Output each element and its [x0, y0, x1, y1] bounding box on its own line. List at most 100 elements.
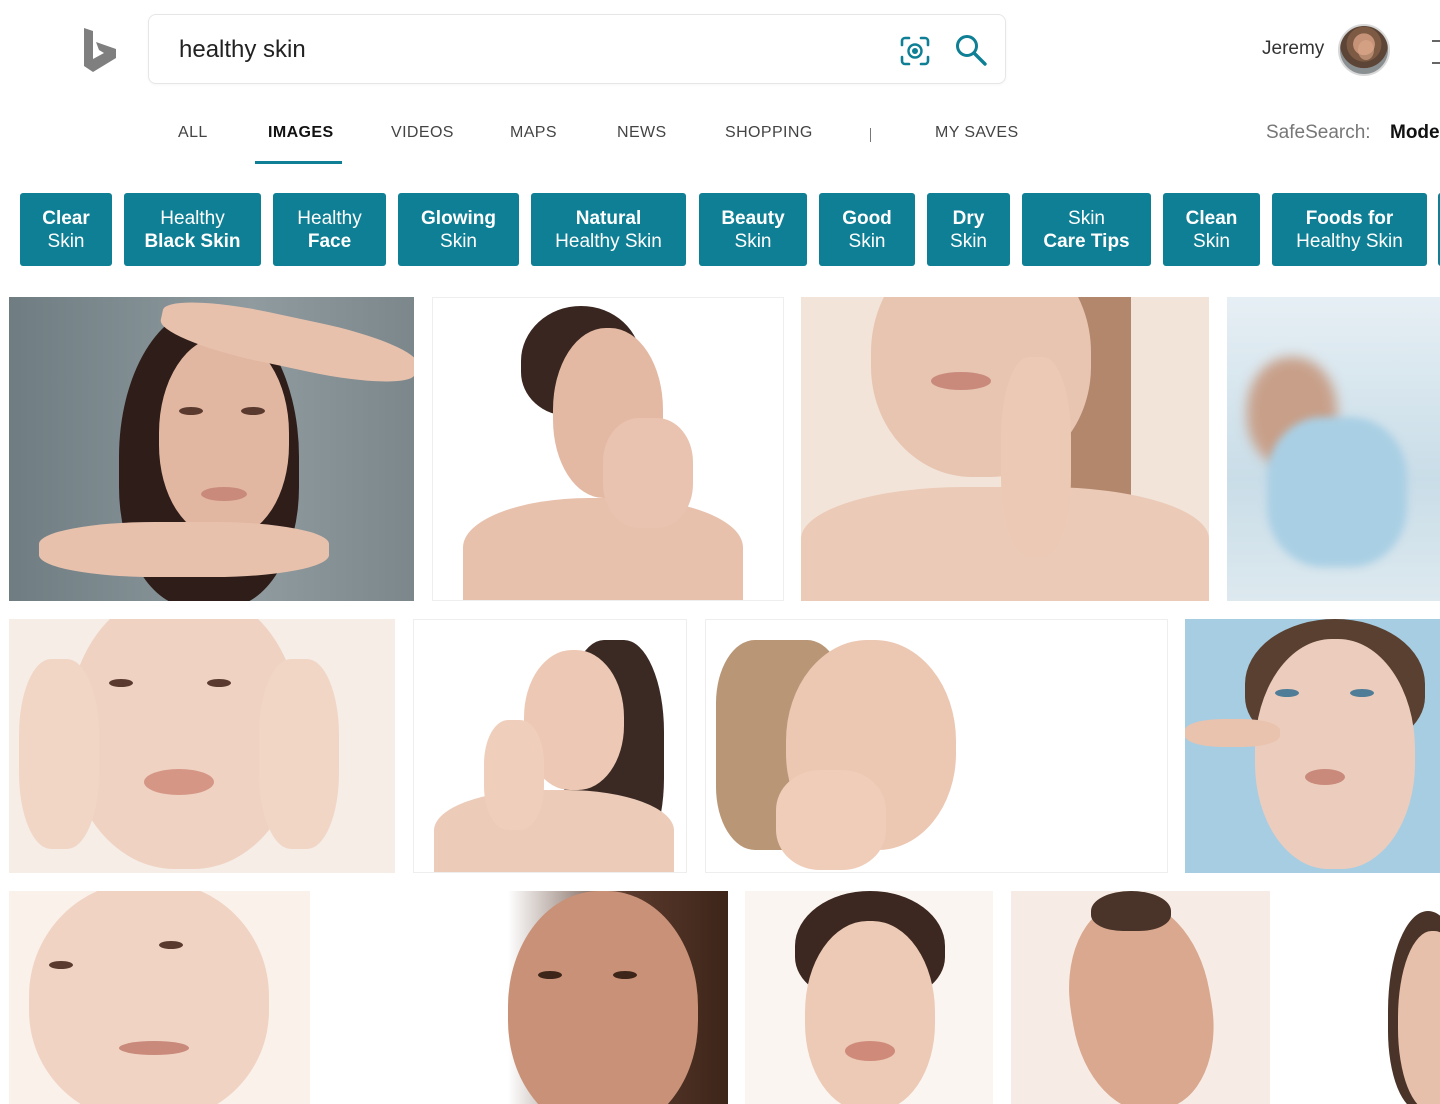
- chip-line2: Skin: [1193, 230, 1230, 252]
- eye: [49, 961, 73, 969]
- image-result[interactable]: [9, 619, 395, 873]
- eye: [207, 679, 231, 687]
- chip-line1: Foods for: [1305, 207, 1394, 229]
- lips: [1305, 769, 1345, 785]
- towel: [1267, 417, 1407, 567]
- eye: [109, 679, 133, 687]
- eye: [1350, 689, 1374, 697]
- image-result[interactable]: [745, 891, 993, 1104]
- active-tab-indicator: [255, 161, 342, 164]
- search-input[interactable]: [179, 33, 859, 67]
- chip-foods-for-healthy-skin[interactable]: Foods for Healthy Skin: [1272, 193, 1427, 266]
- chip-line2: Face: [307, 230, 352, 252]
- chip-line2: Healthy Skin: [555, 230, 662, 252]
- bing-logo-icon[interactable]: [80, 26, 120, 74]
- chip-line1: Dry: [952, 207, 985, 229]
- smile: [144, 769, 214, 795]
- tab-shopping[interactable]: SHOPPING: [725, 124, 813, 142]
- hand: [19, 659, 99, 849]
- hand: [39, 522, 329, 577]
- related-search-chips: Clear Skin Healthy Black Skin Healthy Fa…: [0, 193, 1440, 267]
- tab-all[interactable]: ALL: [178, 124, 208, 142]
- tab-images[interactable]: IMAGES: [268, 124, 334, 142]
- chip-line2: Skin: [47, 230, 85, 252]
- hand: [1001, 357, 1071, 557]
- hand: [776, 770, 886, 870]
- chip-line2: Skin: [440, 230, 477, 252]
- image-result[interactable]: [1011, 891, 1270, 1104]
- face: [805, 921, 935, 1104]
- lips: [201, 487, 247, 501]
- eye: [1275, 689, 1299, 697]
- face: [29, 891, 269, 1104]
- hand: [484, 720, 544, 830]
- image-result[interactable]: [801, 297, 1209, 601]
- lips: [119, 1041, 189, 1055]
- tab-videos[interactable]: VIDEOS: [391, 124, 454, 142]
- chip-line1: Clear: [42, 207, 90, 229]
- chip-line2: Healthy Skin: [1296, 230, 1403, 252]
- chip-clean-skin[interactable]: Clean Skin: [1163, 193, 1260, 266]
- chip-healthy-black-skin[interactable]: Healthy Black Skin: [124, 193, 261, 266]
- chip-line1: Natural: [575, 207, 642, 229]
- chip-line2: Black Skin: [144, 230, 241, 252]
- image-result[interactable]: [9, 891, 310, 1104]
- avatar-face: [1358, 40, 1374, 60]
- bing-images-page: Jeremy ALL IMAGES VIDEOS MAPS NEWS SHOPP…: [0, 0, 1440, 1104]
- chip-good-skin[interactable]: Good Skin: [819, 193, 915, 266]
- image-result[interactable]: [9, 297, 414, 601]
- avatar[interactable]: [1338, 24, 1390, 76]
- user-name[interactable]: Jeremy: [1262, 38, 1324, 60]
- chip-line1: Healthy: [160, 207, 225, 229]
- chip-dry-skin[interactable]: Dry Skin: [927, 193, 1010, 266]
- search-icon[interactable]: [954, 33, 988, 67]
- tab-my-saves[interactable]: MY SAVES: [935, 124, 1019, 142]
- image-result[interactable]: [328, 891, 728, 1104]
- eye: [241, 407, 265, 415]
- finger: [1185, 719, 1280, 747]
- image-result[interactable]: [413, 619, 687, 873]
- safesearch-value[interactable]: Mode: [1390, 122, 1440, 144]
- chip-beauty-skin[interactable]: Beauty Skin: [699, 193, 807, 266]
- eye: [179, 407, 203, 415]
- tab-divider: [870, 128, 871, 142]
- chip-healthy-face[interactable]: Healthy Face: [273, 193, 386, 266]
- image-result[interactable]: [1227, 297, 1440, 601]
- hair: [1091, 891, 1171, 931]
- chip-line2: Skin: [848, 230, 886, 252]
- eye: [159, 941, 183, 949]
- image-result[interactable]: [1185, 619, 1440, 873]
- chip-line1: Glowing: [421, 207, 496, 229]
- chip-skin-care-tips[interactable]: Skin Care Tips: [1022, 193, 1151, 266]
- safesearch-label: SafeSearch:: [1266, 122, 1371, 143]
- shoulders: [463, 498, 743, 600]
- chip-line2: Skin: [950, 230, 987, 252]
- tab-news[interactable]: NEWS: [617, 124, 667, 142]
- eye: [538, 971, 562, 979]
- search-box: [148, 14, 1006, 84]
- hand: [603, 418, 693, 528]
- tab-maps[interactable]: MAPS: [510, 124, 557, 142]
- image-result[interactable]: [1288, 891, 1440, 1104]
- chip-line1: Good: [842, 207, 892, 229]
- chip-line2: Skin: [734, 230, 772, 252]
- scope-tabs: ALL IMAGES VIDEOS MAPS NEWS SHOPPING MY …: [0, 112, 1440, 168]
- chip-line2: Care Tips: [1043, 230, 1130, 252]
- chip-clear-skin[interactable]: Clear Skin: [20, 193, 112, 266]
- hand: [259, 659, 339, 849]
- lips: [931, 372, 991, 390]
- visual-search-icon[interactable]: [899, 35, 931, 67]
- chip-line1: Skin: [1068, 207, 1105, 229]
- image-result[interactable]: [432, 297, 784, 601]
- chip-glowing-skin[interactable]: Glowing Skin: [398, 193, 519, 266]
- chip-line1: Clean: [1185, 207, 1238, 229]
- chip-line1: Healthy: [297, 207, 362, 229]
- shoulders: [434, 790, 674, 872]
- face: [159, 337, 289, 537]
- face: [508, 891, 698, 1104]
- chip-natural-healthy-skin[interactable]: Natural Healthy Skin: [531, 193, 686, 266]
- eye: [613, 971, 637, 979]
- face: [1255, 639, 1415, 869]
- image-result[interactable]: [705, 619, 1168, 873]
- menu-icon[interactable]: [1432, 40, 1440, 64]
